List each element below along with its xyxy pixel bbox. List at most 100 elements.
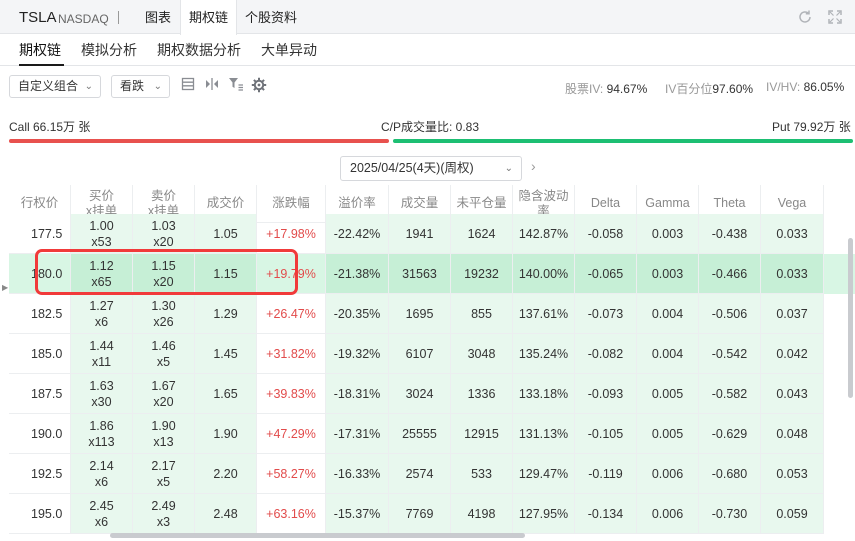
cell-ask[interactable]: 1.03 x20 [133,214,195,254]
ask-size: x13 [153,434,174,449]
cell-volume: 25555 [389,414,451,454]
bid-price: 1.00 [89,218,114,233]
list-icon[interactable] [180,77,196,95]
divider [118,11,119,24]
cell-vega: 0.043 [761,374,824,414]
table-row[interactable]: 187.5 1.63 x30 1.67 x20 1.65 +39.83% -18.31% 302… [9,374,855,414]
cell-vega: 0.048 [761,414,824,454]
call-volume-bar [9,139,389,143]
combo-select[interactable]: 自定义组合 ⌄ [9,75,101,98]
cell-bid[interactable]: 1.63 x30 [71,374,133,414]
table-row[interactable]: 190.0 1.86 x113 1.90 x13 1.90 +47.29% -17.31% 25… [9,414,855,454]
ask-price: 2.17 [151,458,176,473]
ask-price: 1.67 [151,378,176,393]
tab-option-chain[interactable]: 期权链 [180,0,237,35]
cell-premium: -21.38% [326,254,389,294]
top-bar: TSLA NASDAQ 图表 期权链 个股资料 [0,0,855,35]
cell-premium: -15.37% [326,494,389,534]
expiry-select[interactable]: 2025/04/25(4天)(周权) ⌄ [340,156,522,181]
bid-size: x113 [88,434,115,449]
iv-hv-stat: IV/HV: 86.05% [766,80,845,94]
active-subtab-underline [19,64,64,66]
cell-implied-volatility: 135.24% [513,334,575,374]
table-row[interactable]: 177.5 1.00 x53 1.03 x20 1.05 +17.98% -22.42% 194… [9,214,855,254]
bid-size: x11 [91,354,112,369]
expand-icon[interactable] [826,9,844,27]
cell-bid[interactable]: 1.44 x11 [71,334,133,374]
chevron-down-icon: ⌄ [153,81,162,92]
header-label: 溢价率 [338,196,376,210]
header-label: 行权价 [20,196,59,210]
cell-ask[interactable]: 1.46 x5 [133,334,195,374]
cell-premium: -22.42% [326,214,389,254]
collapse-arrow-icon[interactable]: ▶ [2,283,8,292]
cell-bid[interactable]: 1.27 x6 [71,294,133,334]
cell-vega: 0.033 [761,254,824,294]
cell-volume: 1695 [389,294,451,334]
ask-price: 1.03 [151,218,176,233]
split-icon[interactable] [204,77,220,95]
cell-ask[interactable]: 1.90 x13 [133,414,195,454]
cell-bid[interactable]: 1.00 x53 [71,214,133,254]
subtab-option-analytics[interactable]: 期权数据分析 [157,40,241,60]
subtab-block-trades[interactable]: 大单异动 [261,40,317,60]
expiry-select-value: 2025/04/25(4天)(周权) [350,161,474,175]
cell-volume: 7769 [389,494,451,534]
cell-bid[interactable]: 2.45 x6 [71,494,133,534]
cell-implied-volatility: 142.87% [513,214,575,254]
vertical-scrollbar[interactable] [848,238,853,398]
call-volume-label: Call 66.15万 张 [9,120,91,134]
cell-open-interest: 4198 [451,494,513,534]
cell-change: +17.98% [257,214,326,254]
horizontal-scrollbar[interactable] [110,533,525,538]
cell-gamma: 0.005 [637,374,699,414]
cell-volume: 2574 [389,454,451,494]
cell-gamma: 0.003 [637,214,699,254]
table-row[interactable]: 195.0 2.45 x6 2.49 x3 2.48 +63.16% -15.37% 7769 4… [9,494,855,534]
cell-vega: 0.033 [761,214,824,254]
cell-theta: -0.629 [699,414,761,454]
refresh-icon[interactable] [796,9,814,27]
filter-icon[interactable] [228,77,244,95]
cell-bid[interactable]: 1.86 x113 [71,414,133,454]
cell-ask[interactable]: 2.49 x3 [133,494,195,534]
cell-last: 1.05 [195,214,257,254]
cell-last: 1.90 [195,414,257,454]
subtab-option-chain[interactable]: 期权链 [19,40,61,60]
cell-theta: -0.542 [699,334,761,374]
ask-size: x20 [153,234,174,249]
cell-ask[interactable]: 1.67 x20 [133,374,195,414]
highlight-annotation-box [35,249,298,295]
cell-delta: -0.119 [575,454,637,494]
table-row[interactable]: 182.5 1.27 x6 1.30 x26 1.29 +26.47% -20.35% 1695… [9,294,855,334]
cell-volume: 1941 [389,214,451,254]
cell-change: +63.16% [257,494,326,534]
ticker-symbol: TSLA [19,9,57,26]
cell-theta: -0.680 [699,454,761,494]
cell-last: 1.29 [195,294,257,334]
cell-bid[interactable]: 2.14 x6 [71,454,133,494]
header-label: 未平仓量 [456,196,507,210]
direction-select[interactable]: 看跌 ⌄ [111,75,170,98]
gear-icon[interactable] [251,77,267,95]
cell-last: 1.65 [195,374,257,414]
table-row[interactable]: 185.0 1.44 x11 1.46 x5 1.45 +31.82% -19.32% 6107… [9,334,855,374]
chevron-right-icon[interactable]: › [531,158,536,174]
cell-open-interest: 1336 [451,374,513,414]
bid-price: 1.44 [89,338,114,353]
cell-last: 2.20 [195,454,257,494]
cell-ask[interactable]: 1.30 x26 [133,294,195,334]
table-row[interactable]: 192.5 2.14 x6 2.17 x5 2.20 +58.27% -16.33% 2574 5… [9,454,855,494]
subtab-simulation[interactable]: 模拟分析 [81,40,137,60]
cell-ask[interactable]: 2.17 x5 [133,454,195,494]
stock-iv-stat: 股票IV: 94.67% [565,82,648,96]
ask-price: 1.46 [151,338,176,353]
cell-change: +31.82% [257,334,326,374]
cell-gamma: 0.003 [637,254,699,294]
tab-stock-profile[interactable]: 个股资料 [237,0,305,35]
ask-size: x26 [153,314,174,329]
cell-delta: -0.134 [575,494,637,534]
ask-size: x20 [153,394,174,409]
tab-chart[interactable]: 图表 [136,0,180,35]
cell-gamma: 0.004 [637,294,699,334]
